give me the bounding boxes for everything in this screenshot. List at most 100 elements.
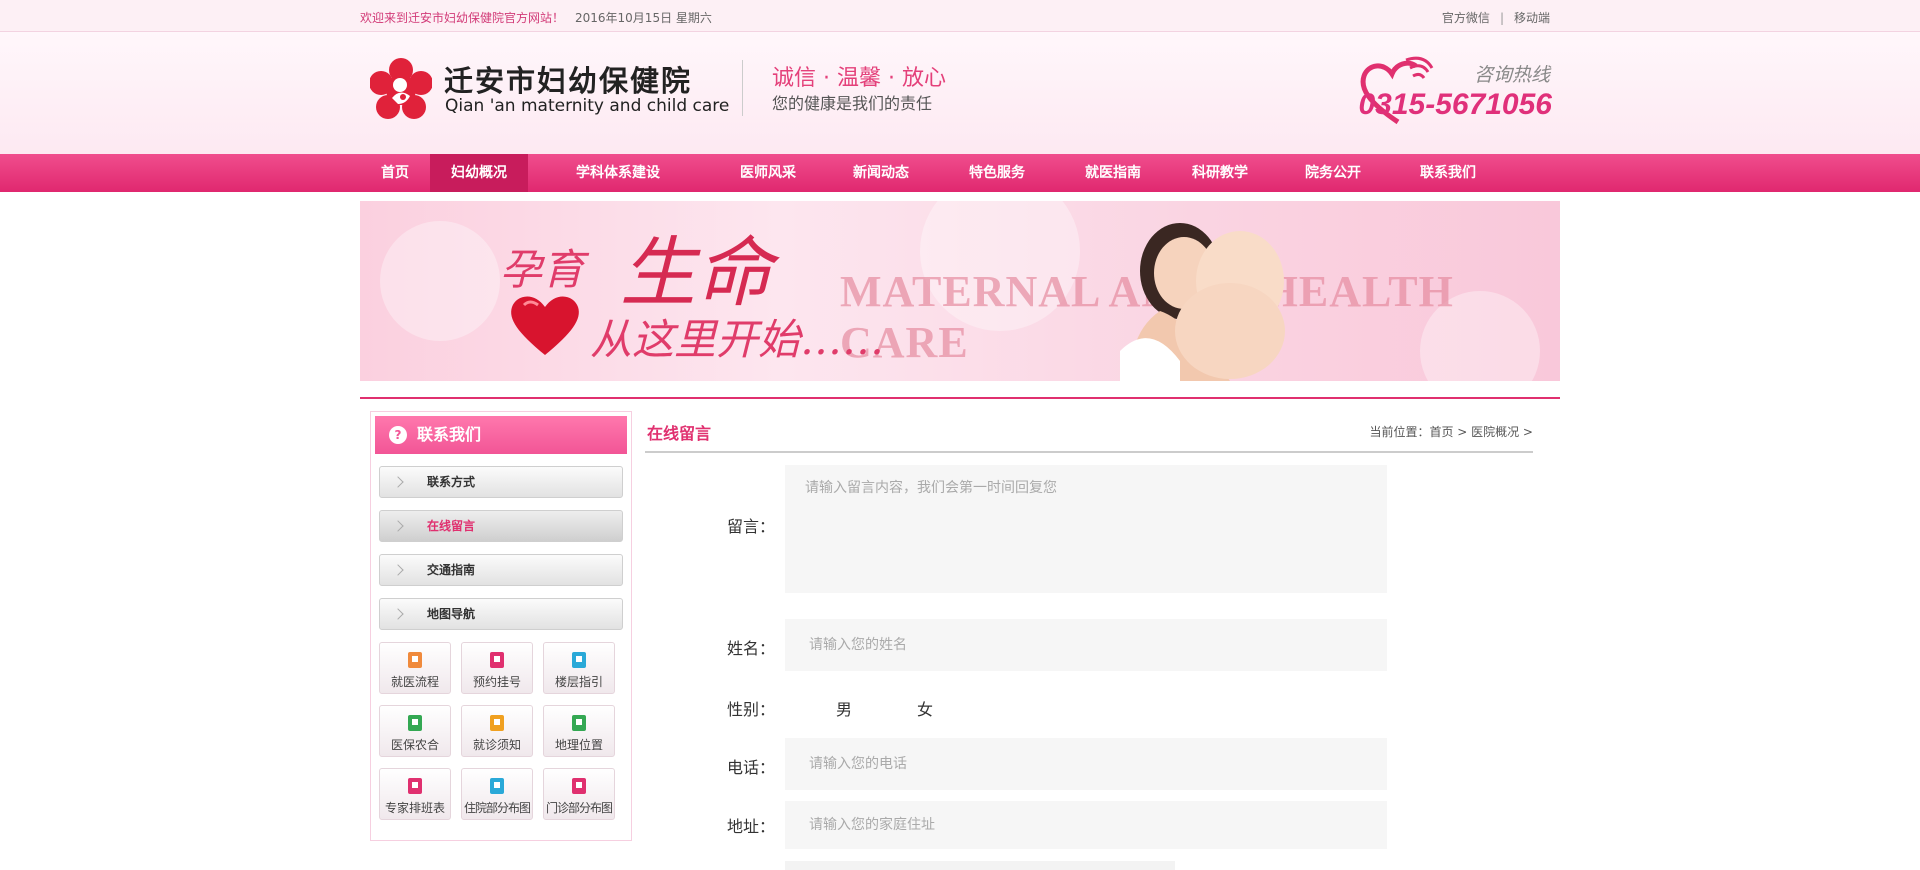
banner-bubble [380, 221, 500, 341]
sub-slogan: 您的健康是我们的责任 [772, 94, 933, 113]
mother-baby-image [1120, 223, 1285, 381]
quick-link-tile[interactable]: 住院部分布图 [461, 768, 533, 820]
quick-link-tile[interactable]: 预约挂号 [461, 642, 533, 694]
nav-item[interactable]: 新闻动态 [828, 154, 934, 192]
doctor-icon [490, 715, 504, 731]
top-links: 官方微信 | 移动端 [1432, 9, 1560, 26]
banner: MATERNAL AND D HEALTH CARE 孕育 生命 从这里开始…… [360, 201, 1560, 381]
quick-link-tile[interactable]: 就诊须知 [461, 705, 533, 757]
nav-item[interactable]: 学科体系建设 [528, 154, 708, 192]
quick-link-label: 就诊须知 [472, 738, 521, 752]
sidebar-menu-label: 交通指南 [427, 563, 476, 577]
building-icon [572, 652, 586, 668]
sidebar: ? 联系我们 联系方式在线留言交通指南地图导航 就医流程 预约挂号 楼层指引医保农合… [370, 411, 632, 841]
brand-name-en: Qian 'an maternity and child care [445, 96, 730, 116]
breadcrumb[interactable]: 当前位置：首页 > 医院概况 > [1369, 423, 1533, 440]
document-icon [408, 652, 422, 668]
sidebar-title-text: 联系我们 [417, 425, 482, 444]
quick-links-grid: 就医流程 预约挂号 楼层指引医保农合 就诊须知 地理位置专家排班表 住院部分布图 门诊部分布… [379, 642, 625, 820]
expert-icon [408, 778, 422, 794]
message-textarea[interactable]: 请输入留言内容，我们会第一时间回复您 [785, 465, 1387, 593]
name-row: 姓名： 请输入您的姓名 [645, 619, 1533, 673]
sidebar-menu-label: 联系方式 [427, 475, 476, 489]
message-placeholder: 请输入留言内容，我们会第一时间回复您 [805, 480, 1057, 496]
message-row: 留言： 请输入留言内容，我们会第一时间回复您 [645, 465, 1533, 595]
gender-label: 性别： [727, 700, 776, 719]
phone-label: 电话： [727, 758, 776, 777]
address-row: 地址： 请输入您的家庭住址 [645, 801, 1533, 851]
gender-male-option[interactable]: 男 [836, 696, 852, 720]
header-divider [742, 60, 743, 116]
sidebar-menu-label: 在线留言 [427, 519, 476, 533]
phone-input[interactable]: 请输入您的电话 [785, 738, 1387, 790]
chevron-right-icon [392, 476, 404, 488]
chevron-right-icon [392, 520, 404, 532]
main-panel: 在线留言 当前位置：首页 > 医院概况 > 留言： 请输入留言内容，我们会第一时… [645, 411, 1533, 870]
slogan: 诚信 · 温馨 · 放心 [772, 66, 946, 91]
phone-placeholder: 请输入您的电话 [809, 756, 907, 772]
quick-link-label: 医保农合 [390, 738, 439, 752]
main-title-bar: 在线留言 当前位置：首页 > 医院概况 > [645, 411, 1533, 453]
quick-link-label: 楼层指引 [554, 675, 603, 689]
banner-line2: 从这里开始…… [590, 315, 885, 364]
phone-row: 电话： 请输入您的电话 [645, 738, 1533, 792]
header: 迁安市妇幼保健院 Qian 'an maternity and child ca… [0, 32, 1920, 154]
sidebar-menu-item[interactable]: 在线留言 [379, 510, 623, 542]
nav-item[interactable]: 科研教学 [1166, 154, 1274, 192]
hotline-label: 咨询热线 [1473, 64, 1550, 86]
address-label: 地址： [727, 817, 776, 836]
nav-item[interactable]: 妇幼概况 [430, 154, 528, 192]
nav-item[interactable]: 就医指南 [1060, 154, 1166, 192]
gender-female-option[interactable]: 女 [917, 696, 933, 720]
quick-link-tile[interactable]: 门诊部分布图 [543, 768, 615, 820]
welcome-text: 欢迎来到迁安市妇幼保健院官方网站！ [360, 11, 565, 25]
sidebar-menu-item[interactable]: 地图导航 [379, 598, 623, 630]
wechat-link[interactable]: 官方微信 [1432, 11, 1500, 25]
quick-link-tile[interactable]: 楼层指引 [543, 642, 615, 694]
sidebar-menu: 联系方式在线留言交通指南地图导航 [371, 466, 631, 630]
address-input[interactable]: 请输入您的家庭住址 [785, 801, 1387, 849]
quick-link-label: 预约挂号 [472, 675, 521, 689]
quick-link-tile[interactable]: 就医流程 [379, 642, 451, 694]
chevron-right-icon [392, 564, 404, 576]
question-icon: ? [389, 426, 407, 444]
date-text: 2016年10月15日 星期六 [575, 11, 712, 25]
nav-item[interactable]: 首页 [360, 154, 430, 192]
next-field-partial[interactable] [785, 861, 1175, 870]
quick-link-label: 就医流程 [390, 675, 439, 689]
map-pin-icon [572, 715, 586, 731]
page-title: 在线留言 [647, 424, 712, 443]
nav-item[interactable]: 医师风采 [708, 154, 828, 192]
banner-line1-big: 生命 [620, 228, 772, 317]
mobile-link[interactable]: 移动端 [1504, 11, 1560, 25]
name-placeholder: 请输入您的姓名 [809, 637, 907, 653]
quick-link-tile[interactable]: 医保农合 [379, 705, 451, 757]
quick-link-tile[interactable]: 专家排班表 [379, 768, 451, 820]
name-label: 姓名： [727, 639, 776, 658]
content-area: ? 联系我们 联系方式 在线留言 交通指南 地图导航 就医流程 预约挂号 楼层指引 医保农合… [360, 411, 1560, 870]
sidebar-title: ? 联系我们 [375, 416, 627, 454]
chevron-right-icon [392, 608, 404, 620]
quick-link-label: 地理位置 [554, 738, 603, 752]
banner-heart-icon [511, 296, 579, 355]
gender-row: 性别： 男 女 [645, 696, 1533, 726]
main-nav: 首页 妇幼概况 学科体系建设 医师风采 新闻动态 特色服务 就医指南 科研教学 院务公开 联系我们 [0, 154, 1920, 192]
nav-item[interactable]: 院务公开 [1274, 154, 1392, 192]
medkit-icon [408, 715, 422, 731]
quick-link-label: 住院部分布图 [463, 801, 531, 815]
quick-link-label: 门诊部分布图 [545, 801, 613, 815]
hospital-logo-icon[interactable] [370, 58, 432, 120]
brand-name-cn: 迁安市妇幼保健院 [444, 64, 693, 98]
nav-item[interactable]: 联系我们 [1392, 154, 1504, 192]
address-placeholder: 请输入您的家庭住址 [809, 817, 935, 833]
banner-divider [360, 397, 1560, 399]
quick-link-tile[interactable]: 地理位置 [543, 705, 615, 757]
nav-item[interactable]: 特色服务 [934, 154, 1060, 192]
name-input[interactable]: 请输入您的姓名 [785, 619, 1387, 671]
nav-list: 首页 妇幼概况 学科体系建设 医师风采 新闻动态 特色服务 就医指南 科研教学 院务公开 联系我们 [360, 154, 1504, 192]
sidebar-menu-item[interactable]: 联系方式 [379, 466, 623, 498]
ward-icon [490, 778, 504, 794]
clinic-icon [572, 778, 586, 794]
sidebar-menu-label: 地图导航 [427, 607, 476, 621]
sidebar-menu-item[interactable]: 交通指南 [379, 554, 623, 586]
